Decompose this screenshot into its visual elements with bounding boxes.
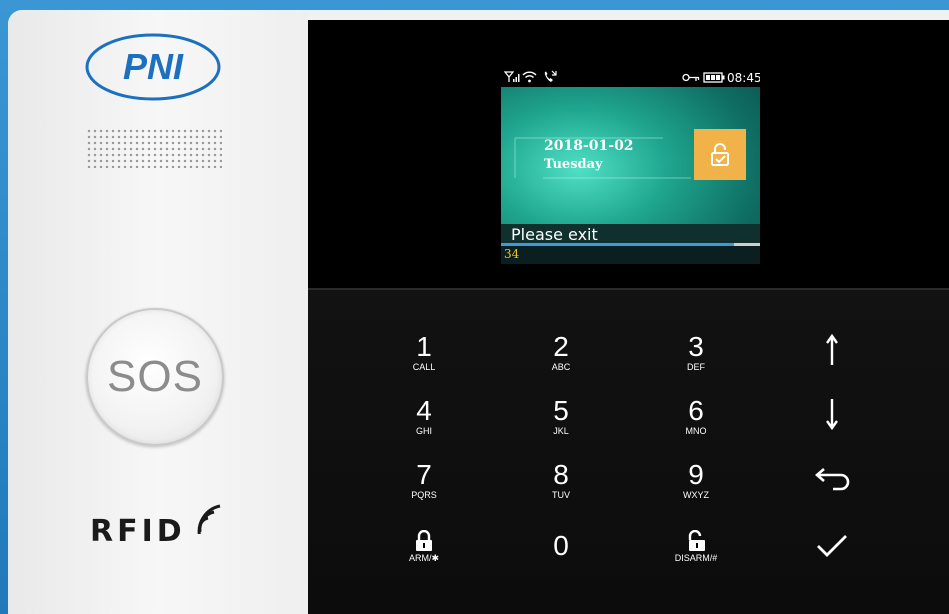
countdown-row: [501, 246, 760, 264]
key-sub: TUV: [552, 489, 570, 500]
arrow-down-icon: [826, 399, 838, 431]
speaker-grille: [86, 128, 222, 168]
key-digit: 6: [688, 394, 704, 426]
sos-label: SOS: [107, 352, 203, 401]
battery-icon: [703, 72, 725, 83]
key-sub: ABC: [551, 361, 571, 372]
key-digit: 0: [553, 530, 569, 561]
key-sub: PQRS: [411, 489, 437, 500]
key-digit: 1: [416, 330, 432, 362]
screen-message: Please exit: [511, 225, 598, 244]
key-sub: GHI: [415, 425, 432, 436]
key-9[interactable]: 9 WXYZ: [661, 452, 731, 508]
phone-icon: [544, 70, 557, 82]
key-digit: 4: [416, 394, 432, 426]
key-0[interactable]: 0: [526, 518, 596, 574]
signal-icon: [504, 71, 520, 82]
key-back[interactable]: [797, 452, 867, 508]
rfid-waves-icon: [197, 504, 221, 534]
unlock-icon: [688, 529, 705, 551]
key-7[interactable]: 7 PQRS: [389, 452, 459, 508]
unlock-status-button[interactable]: [694, 129, 746, 180]
key-2[interactable]: 2 ABC: [526, 324, 596, 380]
key-8[interactable]: 8 TUV: [526, 452, 596, 508]
screen-weekday: Tuesday: [544, 157, 603, 172]
sos-button[interactable]: SOS: [86, 308, 224, 446]
key-up[interactable]: [797, 322, 867, 378]
key-digit: 9: [688, 458, 704, 490]
key-digit: 7: [416, 458, 432, 490]
back-icon: [815, 468, 850, 491]
key-digit: 8: [553, 458, 569, 490]
wifi-icon: [522, 71, 537, 83]
arrow-up-icon: [826, 333, 838, 365]
key-down[interactable]: [797, 386, 867, 442]
key-4[interactable]: 4 GHI: [389, 388, 459, 444]
key-6[interactable]: 6 MNO: [661, 388, 731, 444]
rfid-label: RFID: [90, 514, 186, 549]
key-confirm[interactable]: [797, 518, 867, 574]
key-sub: WXYZ: [683, 489, 709, 500]
status-bar: 08:45: [501, 68, 760, 87]
key-sub: DEF: [687, 361, 705, 372]
key-sub: JKL: [553, 425, 569, 436]
key-arm[interactable]: ARM/✱: [389, 518, 459, 574]
key-digit: 2: [553, 330, 569, 362]
lock-icon: [416, 529, 432, 551]
key-sub: CALL: [412, 361, 436, 372]
key-disarm[interactable]: DISARM/#: [661, 518, 731, 574]
status-time: 08:45: [727, 71, 760, 85]
key-sub: MNO: [685, 425, 707, 436]
key-3[interactable]: 3 DEF: [661, 324, 731, 380]
logo-text: PNI: [123, 46, 184, 87]
key-digit: 3: [688, 330, 704, 362]
key-sub: DISARM/#: [674, 552, 718, 563]
key-icon: [682, 73, 700, 82]
key-sub: ARM/✱: [408, 552, 440, 563]
pni-logo: PNI: [85, 33, 221, 101]
countdown-value: 34: [504, 247, 520, 261]
key-5[interactable]: 5 JKL: [526, 388, 596, 444]
check-icon: [817, 535, 847, 557]
key-1[interactable]: 1 CALL: [389, 324, 459, 380]
key-digit: 5: [553, 394, 569, 426]
unlock-icon: [711, 142, 729, 166]
screen-date: 2018-01-02: [544, 138, 634, 154]
